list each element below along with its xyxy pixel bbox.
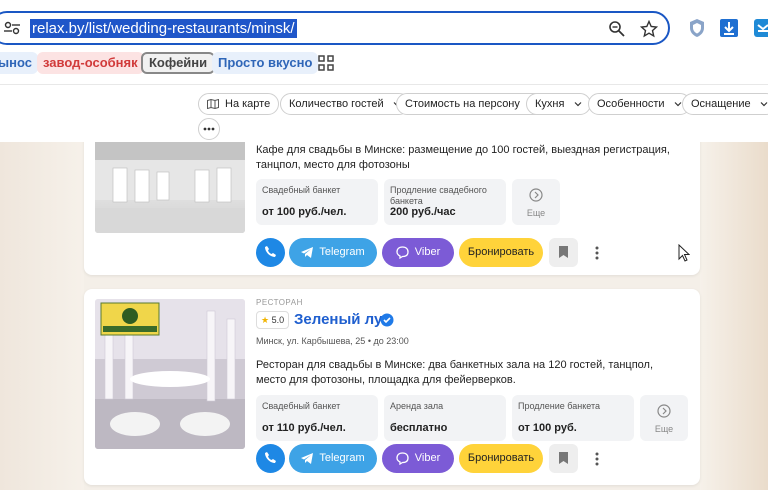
- book-button[interactable]: Бронировать: [459, 444, 543, 473]
- venue-photo[interactable]: [95, 130, 245, 233]
- grid-icon[interactable]: [318, 55, 334, 71]
- price-value: от 110 руб./чел.: [262, 422, 346, 434]
- phone-icon: [265, 246, 276, 257]
- call-button[interactable]: [256, 444, 285, 473]
- price-box: Свадебный банкет от 110 руб./чел.: [256, 395, 378, 441]
- telegram-label: Telegram: [319, 452, 365, 464]
- more-options-icon[interactable]: [594, 452, 600, 466]
- viber-icon: [396, 451, 409, 465]
- cuisine-filter[interactable]: Кухня: [526, 93, 591, 115]
- bookmark-chip[interactable]: завод-особняк: [37, 52, 144, 74]
- price-filter-label: Стоимость на персону: [405, 98, 520, 110]
- price-value: от 100 руб.: [518, 422, 577, 434]
- venue-description: Кафе для свадьбы в Минске: размещение до…: [256, 144, 670, 171]
- bookmark-icon: [559, 246, 568, 258]
- telegram-label: Telegram: [319, 246, 365, 258]
- venue-address: Минск, ул. Карбышева, 25: [256, 336, 366, 346]
- verified-icon: [380, 313, 394, 327]
- viber-button[interactable]: Viber: [382, 238, 454, 267]
- call-button[interactable]: [256, 238, 285, 267]
- chevron-down-icon: [674, 102, 682, 107]
- price-value: 200 руб./час: [390, 206, 456, 218]
- bookmark-chip[interactable]: Просто вкусно: [212, 52, 319, 74]
- rating-value: 5.0: [271, 315, 285, 325]
- price-label: Продление свадебного банкета: [390, 185, 487, 206]
- telegram-icon: [301, 246, 314, 258]
- price-filter[interactable]: Стоимость на персону: [396, 93, 546, 115]
- url-text[interactable]: relax.by/list/wedding-restaurants/minsk/: [30, 19, 297, 38]
- price-value: бесплатно: [390, 422, 448, 434]
- venue-hours: до 23:00: [373, 336, 409, 346]
- mouse-cursor-icon: [678, 244, 690, 262]
- bookmark-star-icon[interactable]: [640, 20, 658, 38]
- telegram-button[interactable]: Telegram: [289, 444, 377, 473]
- viber-label: Viber: [414, 452, 441, 464]
- price-box: Продление банкета от 100 руб.: [512, 395, 634, 441]
- cuisine-filter-label: Кухня: [535, 98, 565, 110]
- browser-toolbar: relax.by/list/wedding-restaurants/minsk/…: [0, 0, 768, 84]
- chevron-down-icon: [574, 102, 581, 107]
- price-box: Продление свадебного банкета 200 руб./ча…: [384, 179, 506, 225]
- phone-icon: [265, 452, 276, 463]
- more-label: Еще: [526, 208, 546, 218]
- features-filter[interactable]: Особенности: [588, 93, 691, 115]
- star-icon: ★: [261, 315, 270, 325]
- download-icon[interactable]: [718, 17, 740, 39]
- telegram-icon: [301, 452, 314, 464]
- price-box: Свадебный банкет от 100 руб./чел.: [256, 179, 378, 225]
- zoom-icon[interactable]: [608, 20, 626, 38]
- guests-filter-label: Количество гостей: [289, 98, 384, 110]
- price-label: Аренда зала: [390, 401, 444, 411]
- more-label: Еще: [654, 424, 674, 434]
- venue-type: РЕСТОРАН: [256, 298, 303, 307]
- viber-label: Viber: [414, 246, 441, 258]
- address-bar[interactable]: relax.by/list/wedding-restaurants/minsk/: [0, 11, 670, 45]
- background-decoration: [700, 142, 768, 490]
- venue-address-line: Минск, ул. Карбышева, 25 • до 23:00: [256, 336, 409, 346]
- bookmark-chip[interactable]: ынос: [0, 52, 38, 74]
- price-label: Продление банкета: [518, 401, 600, 411]
- venue-name[interactable]: Зеленый луг: [294, 311, 389, 329]
- venue-description: Ресторан для свадьбы в Минске: два банке…: [256, 359, 654, 386]
- viber-icon: [396, 245, 409, 259]
- chevron-right-icon: [657, 404, 671, 418]
- price-box: Аренда зала бесплатно: [384, 395, 506, 441]
- bookmark-icon: [559, 452, 568, 464]
- venue-card: РЕСТОРАН ★ 5.0 Зеленый луг Минск, ул. Ка…: [84, 289, 700, 485]
- more-prices-button[interactable]: Еще: [512, 179, 560, 225]
- price-label: Свадебный банкет: [262, 185, 341, 195]
- more-prices-button[interactable]: Еще: [640, 395, 688, 441]
- equipment-filter[interactable]: Оснащение: [682, 93, 768, 115]
- more-options-icon[interactable]: [594, 246, 600, 260]
- save-button[interactable]: [549, 238, 578, 267]
- more-filters-button[interactable]: [198, 118, 220, 140]
- venue-card: Кафе для свадьбы в Минске: размещение до…: [84, 130, 700, 275]
- map-filter-button[interactable]: На карте: [198, 93, 280, 115]
- features-filter-label: Особенности: [597, 98, 665, 110]
- equipment-filter-label: Оснащение: [691, 98, 751, 110]
- rating-badge: ★ 5.0: [256, 311, 289, 329]
- price-label: Свадебный банкет: [262, 401, 341, 411]
- background-decoration: [0, 142, 84, 490]
- chevron-down-icon: [760, 102, 768, 107]
- viber-button[interactable]: Viber: [382, 444, 454, 473]
- chevron-right-icon: [529, 188, 543, 202]
- book-button[interactable]: Бронировать: [459, 238, 543, 267]
- map-filter-label: На карте: [225, 98, 271, 110]
- save-button[interactable]: [549, 444, 578, 473]
- guests-filter[interactable]: Количество гостей: [280, 93, 410, 115]
- site-settings-icon[interactable]: [4, 21, 20, 35]
- telegram-button[interactable]: Telegram: [289, 238, 377, 267]
- more-horizontal-icon: [203, 127, 215, 131]
- bookmark-chip[interactable]: Кофейни: [141, 52, 216, 74]
- extension-icon[interactable]: [752, 17, 768, 39]
- map-icon: [207, 98, 219, 110]
- shield-extension-icon[interactable]: [686, 17, 708, 39]
- price-value: от 100 руб./чел.: [262, 206, 347, 218]
- filters-bar: На карте Количество гостей Стоимость на …: [0, 84, 768, 142]
- venue-photo[interactable]: [95, 299, 245, 449]
